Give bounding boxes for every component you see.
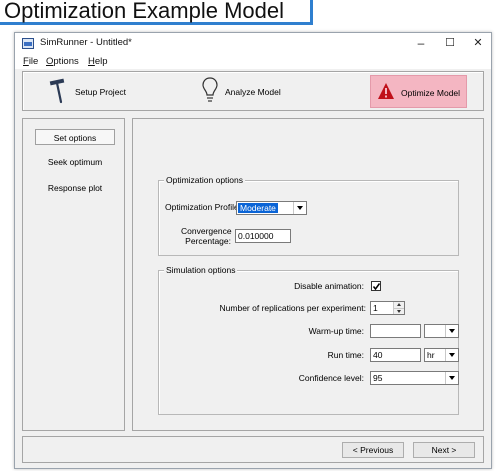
simulation-options-title: Simulation options (164, 265, 238, 276)
convergence-percentage-input[interactable]: 0.010000 (235, 229, 291, 243)
run-time-unit-select[interactable]: hr (424, 348, 459, 362)
chevron-down-icon[interactable] (445, 325, 458, 337)
previous-button[interactable]: < Previous (342, 442, 404, 458)
optimization-profile-select[interactable]: Moderate (236, 201, 307, 215)
setup-project-label: Setup Project (75, 87, 127, 97)
simrunner-window: SimRunner - Untitled* – ☐ ✕ File Options… (14, 32, 492, 469)
close-button[interactable]: ✕ (467, 35, 489, 52)
next-button[interactable]: Next > (413, 442, 475, 458)
options-panel: Optimization options Optimization Profil… (132, 118, 484, 431)
optimization-profile-label: Optimization Profile: (165, 202, 242, 212)
convergence-label: Convergence (181, 226, 232, 236)
chevron-down-icon[interactable] (445, 349, 458, 361)
replications-stepper[interactable]: 1 (370, 301, 405, 315)
disable-animation-checkbox[interactable] (371, 281, 381, 291)
analyze-model-label: Analyze Model (225, 87, 281, 97)
sidebar-item-response-plot[interactable]: Response plot (35, 180, 115, 196)
maximize-button[interactable]: ☐ (439, 35, 461, 52)
slide-title: Optimization Example Model (0, 0, 313, 25)
sidebar-item-set-options[interactable]: Set options (35, 129, 115, 145)
confidence-level-label: Confidence level: (298, 373, 364, 383)
check-icon (372, 283, 381, 291)
menu-file[interactable]: File (23, 56, 38, 67)
optimization-profile-value: Moderate (238, 203, 278, 213)
optimization-options-group: Optimization options Optimization Profil… (158, 175, 459, 256)
warmup-time-input[interactable] (370, 324, 421, 338)
chevron-down-icon[interactable] (445, 372, 458, 384)
warmup-time-label: Warm-up time: (308, 326, 364, 336)
confidence-level-select[interactable]: 95 (370, 371, 459, 385)
stepper-down-icon[interactable] (394, 308, 404, 314)
stepper-buttons (393, 302, 404, 314)
window-title: SimRunner - Untitled* (40, 37, 132, 48)
optimize-model-label: Optimize Model (401, 88, 461, 98)
lightbulb-icon (201, 76, 219, 108)
menu-help[interactable]: Help (88, 56, 108, 67)
disable-animation-label: Disable animation: (294, 281, 364, 291)
run-time-input[interactable]: 40 (370, 348, 421, 362)
setup-project-button[interactable]: Setup Project (45, 75, 145, 108)
run-time-label: Run time: (327, 350, 364, 360)
menu-options[interactable]: Options (46, 56, 79, 67)
simulation-options-group: Simulation options Disable animation: Nu… (158, 265, 459, 415)
minimize-button[interactable]: – (410, 35, 432, 52)
sidebar: Set options Seek optimum Response plot (22, 118, 125, 431)
replications-value: 1 (373, 303, 378, 313)
main-toolbar: Setup Project Analyze Model Optimize Mod… (22, 71, 484, 111)
title-bar: SimRunner - Untitled* – ☐ ✕ (15, 33, 491, 55)
warmup-unit-select[interactable] (424, 324, 459, 338)
sidebar-item-seek-optimum[interactable]: Seek optimum (35, 154, 115, 170)
slide-title-text: Optimization Example Model (4, 0, 285, 23)
hammer-icon (48, 78, 68, 106)
percentage-label: Percentage: (185, 236, 231, 246)
run-time-unit-value: hr (427, 350, 435, 360)
optimization-options-title: Optimization options (164, 175, 246, 186)
wizard-footer: < Previous Next > (22, 436, 484, 463)
analyze-model-button[interactable]: Analyze Model (199, 75, 309, 108)
menu-bar: File Options Help (15, 55, 491, 69)
chevron-down-icon[interactable] (293, 202, 306, 214)
replications-label: Number of replications per experiment: (219, 303, 366, 313)
optimize-model-button[interactable]: Optimize Model (370, 75, 467, 108)
warning-icon (377, 82, 395, 102)
app-icon (22, 38, 34, 49)
confidence-level-value: 95 (373, 373, 383, 383)
